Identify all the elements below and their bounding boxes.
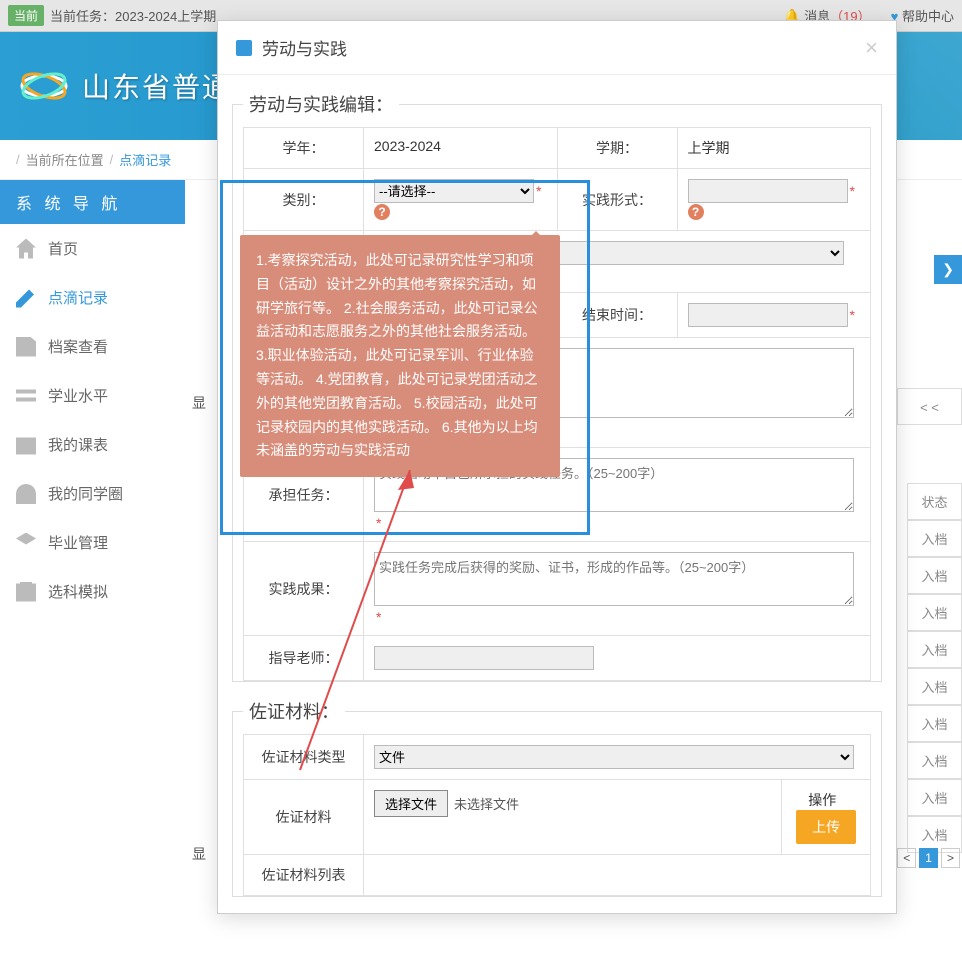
sidebar-item-label: 档案查看 [48,336,108,357]
ico-clip-icon [16,582,36,602]
sidebar-item-我的同学圈[interactable]: 我的同学圈 [0,469,185,518]
form-label: 实践形式： [557,169,677,231]
cut-text-1: 显 [192,393,206,413]
sidebar-item-label: 我的课表 [48,434,108,455]
breadcrumb-loc: 当前所在位置 [26,150,104,169]
type-tooltip: 1.考察探究活动，此处可记录研究性学习和项目（活动）设计之外的其他考察探究活动，… [240,235,560,477]
sidebar-item-我的课表[interactable]: 我的课表 [0,420,185,469]
status-cell: 入档 [907,742,962,779]
close-icon[interactable]: × [865,37,878,59]
end-label: 结束时间： [557,293,677,338]
year-value: 2023-2024 [364,128,558,169]
status-cell: 入档 [907,594,962,631]
logo-icon [20,66,68,106]
ico-home-icon [16,239,36,259]
help-icon[interactable]: ? [688,204,704,220]
ev-list-label: 佐证材料列表 [244,855,364,896]
pager-top-prev2[interactable]: < < [897,388,962,425]
status-cell: 入档 [907,779,962,816]
help-icon[interactable]: ? [374,204,390,220]
status-header: 状态 [907,483,962,520]
cut-text-2: 显 [192,844,206,864]
end-input[interactable] [688,303,848,327]
sidebar-item-label: 首页 [48,238,78,259]
year-label: 学年： [244,128,364,169]
ico-edit-icon [16,288,36,308]
sidebar-item-label: 点滴记录 [48,287,108,308]
sidebar: 系 统 导 航 首页点滴记录档案查看学业水平我的课表我的同学圈毕业管理选科模拟 [0,180,185,616]
pager-prev[interactable]: < [897,848,916,868]
sidebar-title: 系 统 导 航 [0,180,185,224]
task-label: 当前任务：2023-2024上学期 [50,6,216,25]
sidebar-item-label: 选科模拟 [48,581,108,602]
type-select[interactable]: --请选择-- [374,179,534,203]
ev-mat-label: 佐证材料 [244,780,364,855]
pager-next[interactable]: > [941,848,960,868]
current-tag: 当前 [8,5,44,26]
ico-people-icon [16,484,36,504]
status-cell: 入档 [907,705,962,742]
modal-title: 劳动与实践 [262,35,855,60]
choose-file-button[interactable]: 选择文件 [374,790,448,817]
status-cell: 入档 [907,668,962,705]
breadcrumb-page[interactable]: 点滴记录 [119,150,171,169]
type-label: 类别： [244,169,364,231]
no-file-text: 未选择文件 [454,797,519,812]
term-value: 上学期 [677,128,871,169]
ico-cal-icon [16,435,36,455]
status-cell: 入档 [907,557,962,594]
sidebar-item-点滴记录[interactable]: 点滴记录 [0,273,185,322]
sidebar-item-label: 我的同学圈 [48,483,123,504]
ico-file-icon [16,337,36,357]
help-link[interactable]: ♥ 帮助中心 [891,6,954,25]
teacher-label: 指导老师： [244,636,364,681]
pager-current[interactable]: 1 [919,848,938,868]
op-label: 操作 [808,792,836,808]
sidebar-item-选科模拟[interactable]: 选科模拟 [0,567,185,616]
evidence-legend: 佐证材料： [243,698,345,724]
status-cell: 入档 [907,631,962,668]
evidence-fieldset: 佐证材料： 佐证材料类型 文件 佐证材料 选择文件未选择文件 操作 上传 佐证材… [232,698,882,897]
sidebar-item-档案查看[interactable]: 档案查看 [0,322,185,371]
result-textarea[interactable] [374,552,854,606]
right-arrow-button[interactable]: ❯ [934,255,962,284]
sidebar-item-label: 毕业管理 [48,532,108,553]
modal-icon [236,40,252,56]
sidebar-item-毕业管理[interactable]: 毕业管理 [0,518,185,567]
sidebar-item-label: 学业水平 [48,385,108,406]
ev-type-select[interactable]: 文件 [374,745,854,769]
form-input[interactable] [688,179,848,203]
ev-type-label: 佐证材料类型 [244,735,364,780]
sidebar-item-首页[interactable]: 首页 [0,224,185,273]
sidebar-item-学业水平[interactable]: 学业水平 [0,371,185,420]
status-cell: 入档 [907,520,962,557]
result-label: 实践成果： [244,542,364,636]
term-label: 学期： [557,128,677,169]
ico-level-icon [16,386,36,406]
ico-grad-icon [16,533,36,553]
edit-legend: 劳动与实践编辑： [243,91,399,117]
banner-title: 山东省普通 [82,66,232,106]
upload-button[interactable]: 上传 [796,810,856,844]
teacher-input[interactable] [374,646,594,670]
